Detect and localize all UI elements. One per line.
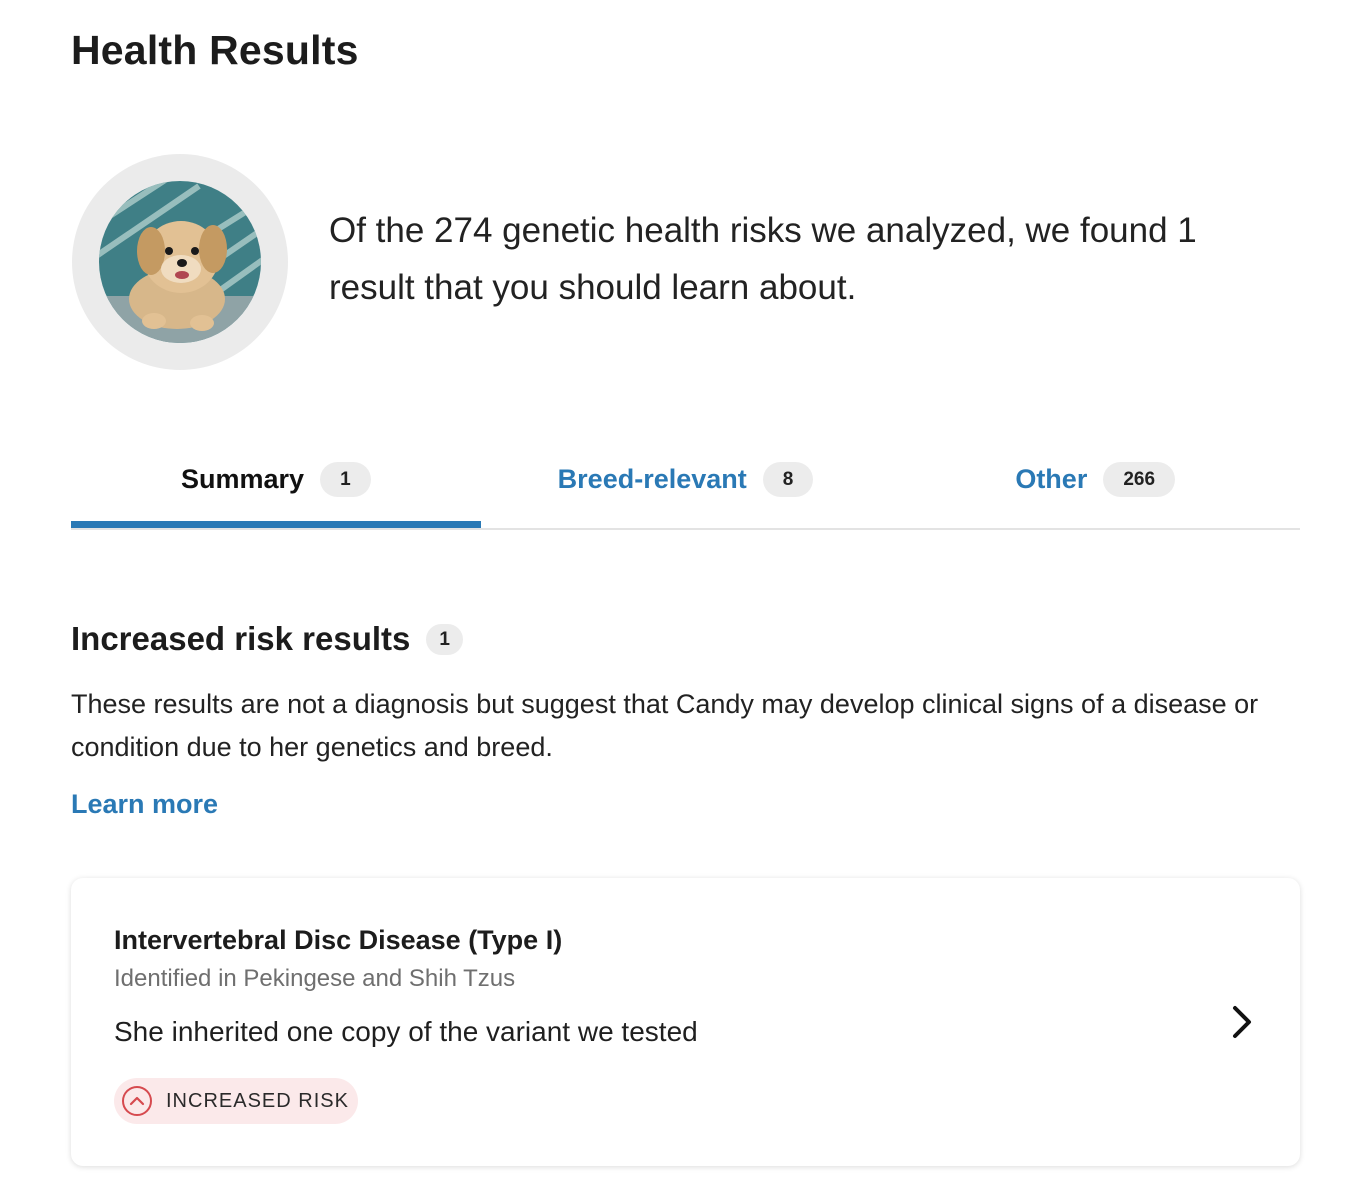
tab-summary-label: Summary [181,463,305,494]
chevron-right-icon[interactable] [1228,1004,1256,1040]
result-card[interactable]: Intervertebral Disc Disease (Type I) Ide… [71,878,1300,1166]
tab-other[interactable]: Other 266 [890,446,1300,512]
tab-summary-count: 1 [320,461,371,497]
page-title: Health Results [71,27,359,73]
result-card-subtitle: Identified in Pekingese and Shih Tzus [114,965,516,992]
result-card-title: Intervertebral Disc Disease (Type I) [114,925,563,955]
tab-breed-relevant[interactable]: Breed-relevant 8 [481,446,891,512]
result-card-description: She inherited one copy of the variant we… [114,1016,698,1047]
tab-breed-relevant-count: 8 [762,461,814,497]
tab-breed-relevant-label: Breed-relevant [557,463,747,494]
tab-other-label: Other [1015,463,1088,494]
summary-text: Of the 274 genetic health risks we analy… [329,211,1197,307]
chevron-up-circle-icon [122,1086,152,1116]
section-count-badge: 1 [426,623,463,655]
dog-photo [99,181,261,343]
status-badge-label: INCREASED RISK [166,1089,349,1112]
section-title: Increased risk results 1 [71,616,463,662]
section-description: These results are not a diagnosis but su… [71,689,1259,762]
dog-avatar [99,181,261,343]
tab-summary[interactable]: Summary 1 [71,446,481,528]
tab-other-count: 266 [1103,461,1176,497]
result-tabs: Summary 1 Breed-relevant 8 Other 266 [71,446,1300,530]
avatar-ring [72,154,288,370]
learn-more-link[interactable]: Learn more [71,785,218,823]
section-title-text: Increased risk results [71,620,411,657]
status-badge: INCREASED RISK [114,1078,358,1124]
